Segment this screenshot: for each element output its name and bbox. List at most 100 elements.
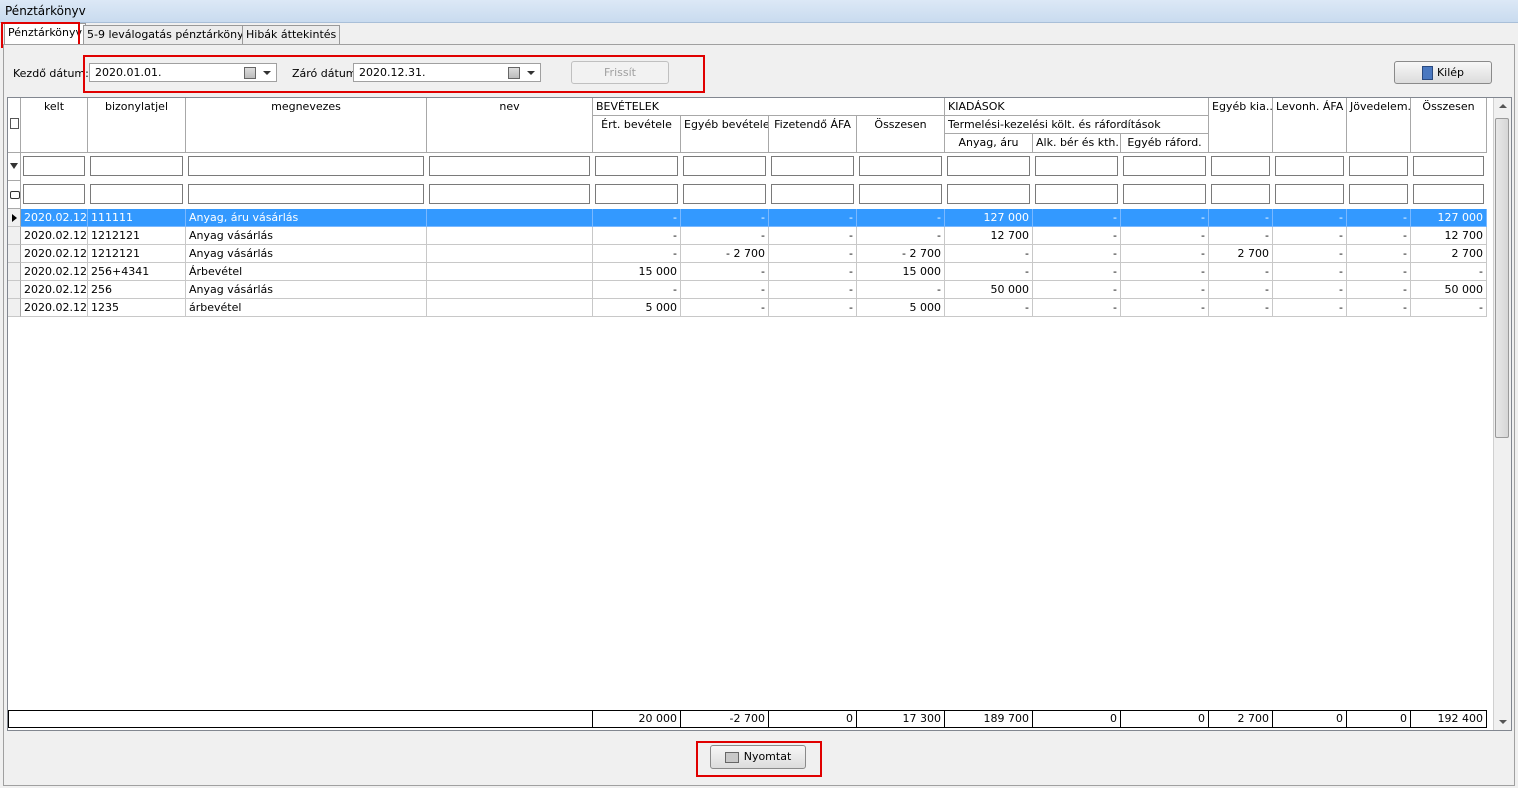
- table-cell[interactable]: -: [769, 263, 857, 281]
- table-cell[interactable]: 256+4341: [88, 263, 186, 281]
- search-input[interactable]: [1211, 184, 1270, 204]
- table-cell[interactable]: -: [1347, 209, 1411, 227]
- row-indicator[interactable]: [8, 299, 21, 317]
- table-cell[interactable]: -: [681, 299, 769, 317]
- table-cell[interactable]: -: [1121, 299, 1209, 317]
- table-cell[interactable]: [427, 227, 593, 245]
- table-cell[interactable]: árbevétel: [186, 299, 427, 317]
- col-bev-osszesen[interactable]: Összesen: [857, 116, 945, 153]
- table-cell[interactable]: 5 000: [857, 299, 945, 317]
- table-cell[interactable]: -: [593, 281, 681, 299]
- table-cell[interactable]: 2 700: [1411, 245, 1487, 263]
- table-cell[interactable]: -: [1273, 227, 1347, 245]
- table-cell[interactable]: -: [1273, 245, 1347, 263]
- table-cell[interactable]: -: [1411, 299, 1487, 317]
- filter-input[interactable]: [1211, 156, 1270, 176]
- table-cell[interactable]: -: [1347, 299, 1411, 317]
- filter-input[interactable]: [188, 156, 424, 176]
- table-cell[interactable]: Árbevétel: [186, 263, 427, 281]
- exit-button[interactable]: Kilép: [1394, 61, 1492, 84]
- scroll-up-icon[interactable]: [1499, 104, 1507, 108]
- table-cell[interactable]: -: [945, 299, 1033, 317]
- table-cell[interactable]: -: [1033, 263, 1121, 281]
- table-cell[interactable]: -: [1033, 281, 1121, 299]
- table-cell[interactable]: -: [1273, 299, 1347, 317]
- filter-input[interactable]: [595, 156, 678, 176]
- table-cell[interactable]: Anyag vásárlás: [186, 227, 427, 245]
- filter-input[interactable]: [1349, 156, 1408, 176]
- table-cell[interactable]: 2020.02.12.: [21, 227, 88, 245]
- table-cell[interactable]: Anyag vásárlás: [186, 245, 427, 263]
- table-cell[interactable]: -: [681, 263, 769, 281]
- table-cell[interactable]: -: [1411, 263, 1487, 281]
- table-cell[interactable]: [427, 209, 593, 227]
- table-cell[interactable]: -: [857, 209, 945, 227]
- table-cell[interactable]: -: [769, 299, 857, 317]
- table-cell[interactable]: -: [681, 209, 769, 227]
- table-cell[interactable]: 15 000: [857, 263, 945, 281]
- table-cell[interactable]: -: [1121, 245, 1209, 263]
- vertical-scrollbar[interactable]: [1493, 98, 1511, 730]
- table-cell[interactable]: -: [1347, 227, 1411, 245]
- search-input[interactable]: [595, 184, 678, 204]
- table-cell[interactable]: 5 000: [593, 299, 681, 317]
- table-cell[interactable]: -: [857, 281, 945, 299]
- tab-hibak[interactable]: Hibák áttekintés: [242, 25, 341, 44]
- table-cell[interactable]: 12 700: [1411, 227, 1487, 245]
- table-cell[interactable]: -: [1121, 281, 1209, 299]
- col-nev[interactable]: nev: [427, 98, 593, 153]
- filter-input[interactable]: [1413, 156, 1484, 176]
- col-egyeb-bevetele[interactable]: Egyéb bevétele: [681, 116, 769, 153]
- table-cell[interactable]: -: [1121, 209, 1209, 227]
- scrollbar-thumb[interactable]: [1495, 118, 1509, 438]
- table-cell[interactable]: -: [1209, 299, 1273, 317]
- table-row[interactable]: 2020.02.12. 256 Anyag vásárlás - - - -50 000- -…: [8, 281, 1487, 299]
- table-cell[interactable]: Anyag, áru vásárlás: [186, 209, 427, 227]
- row-indicator[interactable]: [8, 245, 21, 263]
- filter-input[interactable]: [859, 156, 942, 176]
- search-input[interactable]: [947, 184, 1030, 204]
- filter-input[interactable]: [23, 156, 85, 176]
- table-cell[interactable]: -: [1121, 263, 1209, 281]
- table-cell[interactable]: 256: [88, 281, 186, 299]
- table-cell[interactable]: 2020.02.12.: [21, 281, 88, 299]
- table-cell[interactable]: -: [593, 227, 681, 245]
- filter-input[interactable]: [683, 156, 766, 176]
- table-cell[interactable]: [427, 263, 593, 281]
- table-cell[interactable]: 1235: [88, 299, 186, 317]
- table-cell[interactable]: 2020.02.12.: [21, 245, 88, 263]
- search-input[interactable]: [1349, 184, 1408, 204]
- table-cell[interactable]: -: [1033, 227, 1121, 245]
- table-cell[interactable]: -: [1033, 209, 1121, 227]
- table-cell[interactable]: Anyag vásárlás: [186, 281, 427, 299]
- current-row-indicator[interactable]: [8, 209, 21, 227]
- search-input[interactable]: [771, 184, 854, 204]
- table-cell[interactable]: 15 000: [593, 263, 681, 281]
- table-cell[interactable]: -: [593, 209, 681, 227]
- table-cell[interactable]: 12 700: [945, 227, 1033, 245]
- table-cell[interactable]: 127 000: [1411, 209, 1487, 227]
- table-cell[interactable]: 127 000: [945, 209, 1033, 227]
- col-bizonylatjel[interactable]: bizonylatjel: [88, 98, 186, 153]
- search-input[interactable]: [1123, 184, 1206, 204]
- tab-levalogatas[interactable]: 5-9 leválogatás pénztárkönyvre: [83, 25, 266, 44]
- table-cell[interactable]: -: [1209, 263, 1273, 281]
- col-egyeb-kia[interactable]: Egyéb kia...: [1209, 98, 1273, 153]
- table-cell[interactable]: -: [1033, 245, 1121, 263]
- search-input[interactable]: [683, 184, 766, 204]
- table-cell[interactable]: -: [1273, 281, 1347, 299]
- table-cell[interactable]: -: [769, 209, 857, 227]
- column-chooser-icon[interactable]: [10, 118, 19, 129]
- filter-input[interactable]: [90, 156, 183, 176]
- filter-input[interactable]: [429, 156, 590, 176]
- table-cell[interactable]: -: [769, 281, 857, 299]
- table-cell[interactable]: [427, 281, 593, 299]
- row-indicator[interactable]: [8, 263, 21, 281]
- table-cell[interactable]: -: [593, 245, 681, 263]
- col-fizetendo-afa[interactable]: Fizetendő ÁFA: [769, 116, 857, 153]
- filter-input[interactable]: [1035, 156, 1118, 176]
- col-alk-ber[interactable]: Alk. bér és kth.: [1033, 134, 1121, 153]
- col-jovedelem[interactable]: Jövedelem...: [1347, 98, 1411, 153]
- table-row[interactable]: 2020.02.12. 256+4341 Árbevétel 15 000- -15 0…: [8, 263, 1487, 281]
- search-input[interactable]: [23, 184, 85, 204]
